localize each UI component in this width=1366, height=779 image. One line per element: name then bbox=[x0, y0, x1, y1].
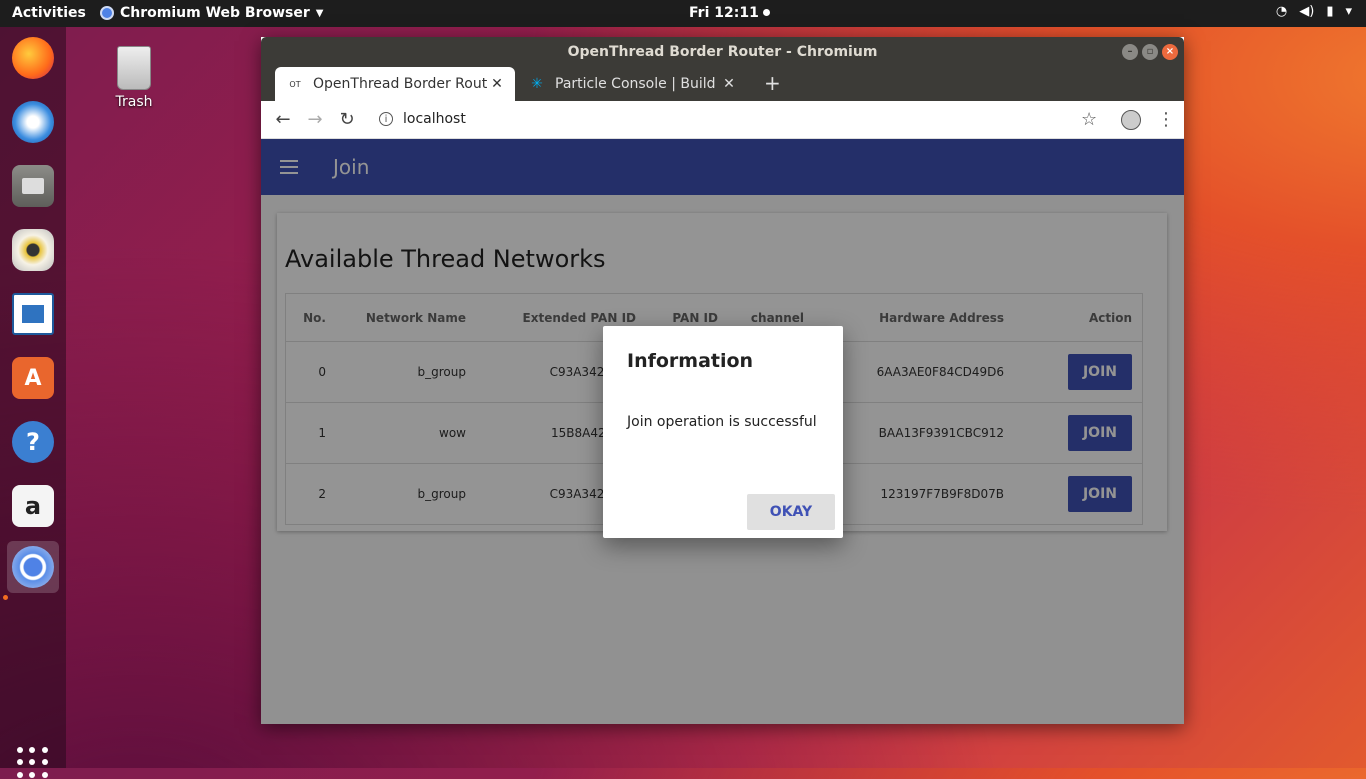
thunderbird-icon bbox=[12, 101, 54, 143]
writer-icon bbox=[12, 293, 54, 335]
window-titlebar[interactable]: OpenThread Border Router - Chromium – ▫ … bbox=[261, 37, 1184, 67]
browser-menu-icon[interactable]: ⋮ bbox=[1157, 109, 1175, 130]
close-tab-icon[interactable]: ✕ bbox=[719, 76, 739, 92]
wifi-icon: ◔ bbox=[1275, 4, 1288, 19]
tab-openthread[interactable]: OT OpenThread Border Rout ✕ bbox=[275, 67, 515, 101]
top-bar: Activities Chromium Web Browser ▼ Fri 12… bbox=[0, 0, 1366, 27]
info-icon[interactable]: i bbox=[379, 112, 393, 126]
files-icon bbox=[12, 165, 54, 207]
close-window-button[interactable]: × bbox=[1162, 44, 1178, 60]
dock-chromium[interactable] bbox=[7, 541, 59, 593]
tab-particle-console[interactable]: ✳ Particle Console | Build yo ✕ bbox=[517, 67, 747, 101]
dock-amazon[interactable]: a bbox=[7, 480, 59, 532]
firefox-icon bbox=[12, 37, 54, 79]
amazon-icon: a bbox=[12, 485, 54, 527]
browser-toolbar: ← → ↻ i localhost ☆ ⋮ bbox=[261, 101, 1184, 139]
close-tab-icon[interactable]: ✕ bbox=[487, 76, 507, 92]
tab-label: Particle Console | Build yo bbox=[555, 76, 719, 92]
back-icon[interactable]: ← bbox=[272, 109, 294, 130]
dock-writer[interactable] bbox=[7, 288, 59, 340]
app-menu-label: Chromium Web Browser bbox=[120, 5, 310, 21]
window-title: OpenThread Border Router - Chromium bbox=[567, 44, 878, 60]
profile-avatar[interactable] bbox=[1121, 110, 1141, 130]
dock-files[interactable] bbox=[7, 160, 59, 212]
window-controls: – ▫ × bbox=[1122, 44, 1178, 60]
chevron-down-icon: ▾ bbox=[1345, 4, 1352, 19]
okay-button[interactable]: OKAY bbox=[747, 494, 835, 530]
chevron-down-icon: ▼ bbox=[315, 7, 324, 19]
running-indicator bbox=[3, 595, 8, 600]
dock-rhythmbox[interactable] bbox=[7, 224, 59, 276]
clock-label: Fri 12:11 bbox=[689, 5, 759, 21]
battery-icon: ▮ bbox=[1326, 4, 1334, 19]
forward-icon[interactable]: → bbox=[304, 109, 326, 130]
show-applications-icon[interactable] bbox=[17, 747, 49, 779]
dialog-message: Join operation is successful bbox=[627, 414, 817, 430]
trash-icon bbox=[117, 46, 151, 90]
particle-favicon-icon: ✳ bbox=[531, 76, 543, 92]
app-menu[interactable]: Chromium Web Browser ▼ bbox=[100, 5, 323, 21]
activities-button[interactable]: Activities bbox=[12, 5, 86, 21]
software-icon: A bbox=[12, 357, 54, 399]
minimize-button[interactable]: – bbox=[1122, 44, 1138, 60]
notification-dot bbox=[762, 9, 770, 16]
dock-thunderbird[interactable] bbox=[7, 96, 59, 148]
address-bar[interactable]: localhost bbox=[403, 111, 466, 127]
dock: A ? a bbox=[0, 27, 66, 778]
help-icon: ? bbox=[12, 421, 54, 463]
tab-strip: OT OpenThread Border Rout ✕ ✳ Particle C… bbox=[261, 67, 1184, 101]
bookmark-star-icon[interactable]: ☆ bbox=[1081, 109, 1097, 130]
clock[interactable]: Fri 12:11 bbox=[689, 5, 770, 21]
tab-label: OpenThread Border Rout bbox=[313, 76, 487, 92]
maximize-button[interactable]: ▫ bbox=[1142, 44, 1158, 60]
desktop-trash[interactable]: Trash bbox=[104, 46, 164, 110]
rhythmbox-icon bbox=[12, 229, 54, 271]
browser-window: OpenThread Border Router - Chromium – ▫ … bbox=[261, 37, 1184, 724]
trash-label: Trash bbox=[115, 94, 153, 110]
system-tray[interactable]: ◔ ◀) ▮ ▾ bbox=[1276, 4, 1352, 19]
openthread-favicon-icon: OT bbox=[289, 79, 301, 89]
chromium-icon bbox=[12, 546, 54, 588]
dock-software[interactable]: A bbox=[7, 352, 59, 404]
web-page: Join Available Thread Networks No. Netwo… bbox=[261, 139, 1184, 724]
chromium-icon bbox=[100, 6, 114, 20]
new-tab-button[interactable]: + bbox=[764, 71, 781, 95]
dock-firefox[interactable] bbox=[7, 32, 59, 84]
dialog-title: Information bbox=[627, 350, 754, 372]
dock-help[interactable]: ? bbox=[7, 416, 59, 468]
information-dialog: Information Join operation is successful… bbox=[603, 326, 843, 538]
volume-icon: ◀) bbox=[1299, 4, 1315, 19]
reload-icon[interactable]: ↻ bbox=[336, 109, 358, 130]
